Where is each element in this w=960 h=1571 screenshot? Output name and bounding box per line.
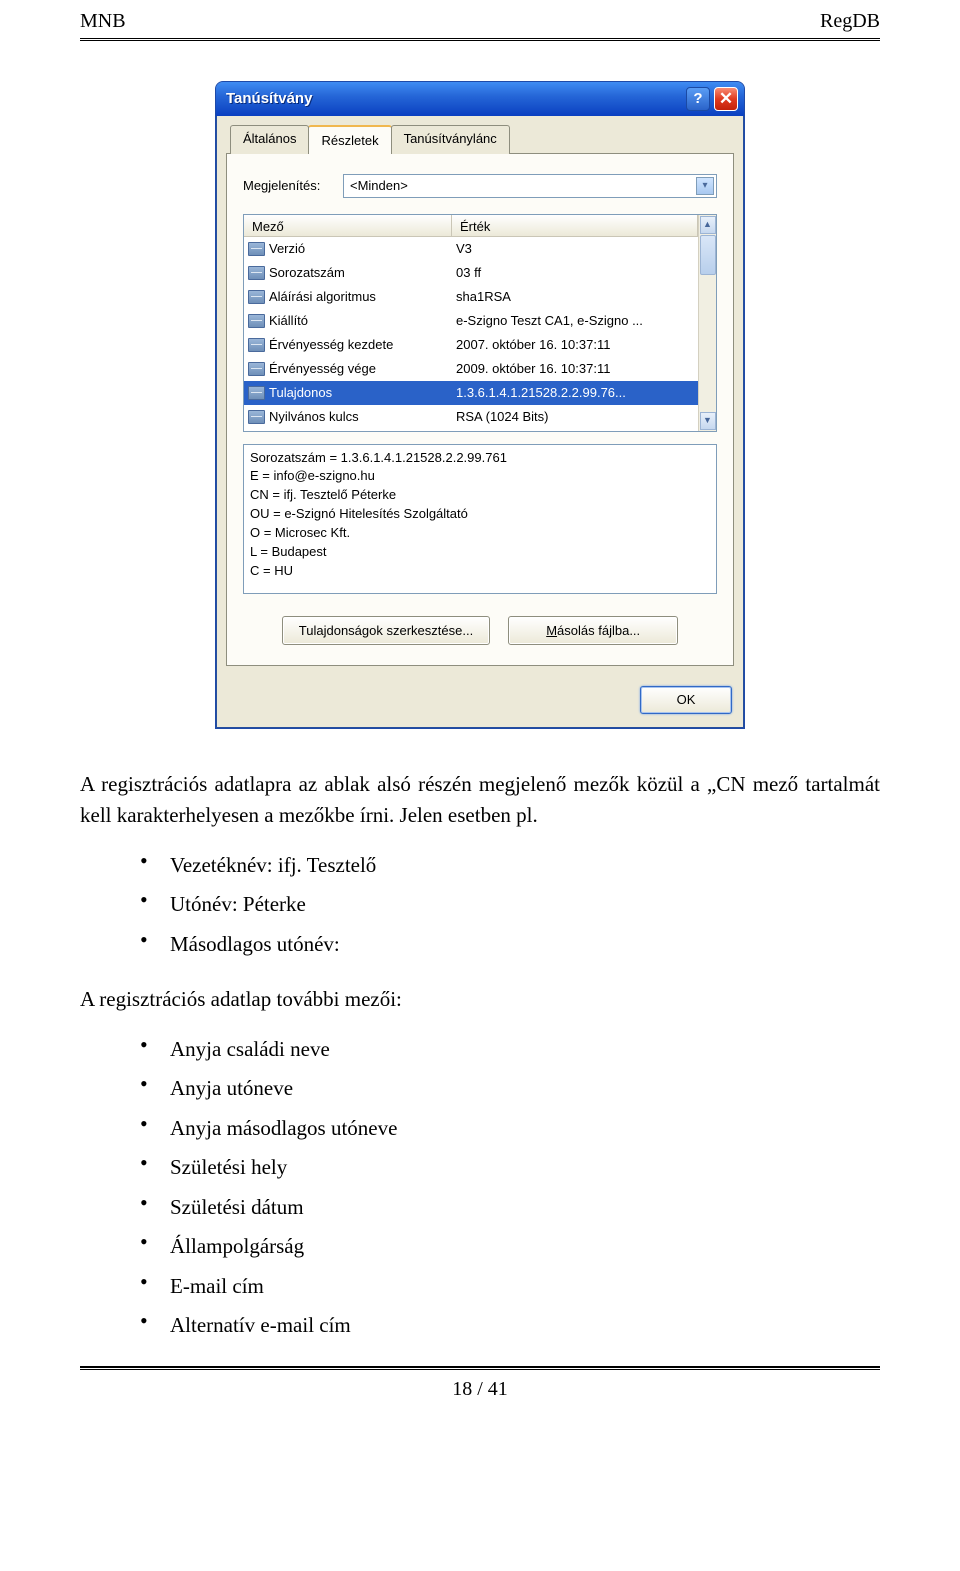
bullet-list-2: Anyja családi neve Anyja utóneve Anyja más… — [140, 1034, 880, 1342]
display-value: <Minden> — [350, 176, 408, 196]
help-button[interactable]: ? — [686, 87, 710, 111]
detail-textbox[interactable]: Sorozatszám = 1.3.6.1.4.1.21528.2.2.99.7… — [243, 444, 717, 594]
paragraph-2: A regisztrációs adatlap további mezői: — [80, 984, 880, 1016]
field-icon — [248, 386, 265, 400]
scroll-thumb[interactable] — [700, 235, 716, 275]
field-icon — [248, 314, 265, 328]
row-field: Tulajdonos — [269, 383, 332, 403]
list-row[interactable]: Aláírási algoritmus sha1RSA — [244, 285, 698, 309]
list-row[interactable]: Verzió V3 — [244, 237, 698, 261]
ok-button[interactable]: OK — [640, 686, 732, 714]
tab-details[interactable]: Részletek — [308, 125, 391, 154]
tab-panel-details: Megjelenítés: <Minden> ▾ Mező Érték — [226, 153, 734, 667]
list-row[interactable]: Tulajdonos 1.3.6.1.4.1.21528.2.2.99.76... — [244, 381, 698, 405]
scroll-down-icon[interactable]: ▼ — [700, 412, 716, 430]
row-value: 2007. október 16. 10:37:11 — [452, 335, 698, 355]
row-field: Sorozatszám — [269, 263, 345, 283]
row-value: 03 ff — [452, 263, 698, 283]
list-item: Születési dátum — [140, 1192, 880, 1224]
tab-general[interactable]: Általános — [230, 125, 309, 154]
tab-chain[interactable]: Tanúsítványlánc — [391, 125, 510, 154]
row-field: Verzió — [269, 239, 305, 259]
page-number: 18 / 41 — [80, 1374, 880, 1404]
chevron-down-icon: ▾ — [696, 177, 714, 195]
page-header: MNB RegDB — [80, 0, 880, 41]
copy-to-file-button[interactable]: Másolás fájlba... — [508, 616, 678, 646]
list-item: Utónév: Péterke — [140, 889, 880, 921]
row-value: V3 — [452, 239, 698, 259]
list-item: Másodlagos utónév: — [140, 929, 880, 961]
list-row[interactable]: Érvényesség vége 2009. október 16. 10:37:… — [244, 357, 698, 381]
bullet-list-1: Vezetéknév: ifj. Tesztelő Utónév: Péterke… — [140, 850, 880, 961]
row-field: Aláírási algoritmus — [269, 287, 376, 307]
list-item: Vezetéknév: ifj. Tesztelő — [140, 850, 880, 882]
page-footer: 18 / 41 — [80, 1366, 880, 1404]
scrollbar[interactable]: ▲ ▼ — [698, 215, 716, 431]
list-item: E-mail cím — [140, 1271, 880, 1303]
certificate-dialog: Tanúsítvány ? ✕ Általános Részletek Tanú… — [215, 81, 745, 729]
list-row[interactable]: Sorozatszám 03 ff — [244, 261, 698, 285]
tab-strip: Általános Részletek Tanúsítványlánc — [226, 124, 734, 153]
window-title: Tanúsítvány — [226, 88, 682, 111]
col-value[interactable]: Érték — [452, 215, 698, 236]
list-item: Állampolgárság — [140, 1231, 880, 1263]
list-row[interactable]: Nyilvános kulcs RSA (1024 Bits) — [244, 405, 698, 429]
row-value: sha1RSA — [452, 287, 698, 307]
field-icon — [248, 242, 265, 256]
list-item: Anyja másodlagos utóneve — [140, 1113, 880, 1145]
display-label: Megjelenítés: — [243, 176, 343, 196]
field-icon — [248, 266, 265, 280]
list-item: Anyja utóneve — [140, 1073, 880, 1105]
scroll-up-icon[interactable]: ▲ — [700, 216, 716, 234]
row-field: Érvényesség kezdete — [269, 335, 393, 355]
field-icon — [248, 290, 265, 304]
row-field: Nyilvános kulcs — [269, 407, 359, 427]
field-icon — [248, 410, 265, 424]
paragraph-1: A regisztrációs adatlapra az ablak alsó … — [80, 769, 880, 832]
field-icon — [248, 362, 265, 376]
list-item: Alternatív e-mail cím — [140, 1310, 880, 1342]
header-left: MNB — [80, 6, 126, 36]
header-right: RegDB — [820, 6, 880, 36]
listview-header: Mező Érték — [244, 215, 698, 237]
list-item: Anyja családi neve — [140, 1034, 880, 1066]
dialog-screenshot: Tanúsítvány ? ✕ Általános Részletek Tanú… — [80, 81, 880, 729]
row-value: RSA (1024 Bits) — [452, 407, 698, 427]
titlebar: Tanúsítvány ? ✕ — [216, 82, 744, 116]
display-dropdown[interactable]: <Minden> ▾ — [343, 174, 717, 198]
close-button[interactable]: ✕ — [714, 87, 738, 111]
row-field: Kiállító — [269, 311, 308, 331]
list-item: Születési hely — [140, 1152, 880, 1184]
row-value: 2009. október 16. 10:37:11 — [452, 359, 698, 379]
edit-properties-button[interactable]: Tulajdonságok szerkesztése... — [282, 616, 490, 646]
field-listview[interactable]: Mező Érték VerzióV3Sorozatszám03 ffAláír… — [243, 214, 717, 432]
field-icon — [248, 338, 265, 352]
row-field: Érvényesség vége — [269, 359, 376, 379]
col-field[interactable]: Mező — [244, 215, 452, 236]
row-value: e-Szigno Teszt CA1, e-Szigno ... — [452, 311, 698, 331]
list-row[interactable]: Érvényesség kezdete 2007. október 16. 10:… — [244, 333, 698, 357]
list-row[interactable]: Kiállító e-Szigno Teszt CA1, e-Szigno ... — [244, 309, 698, 333]
row-value: 1.3.6.1.4.1.21528.2.2.99.76... — [452, 383, 698, 403]
